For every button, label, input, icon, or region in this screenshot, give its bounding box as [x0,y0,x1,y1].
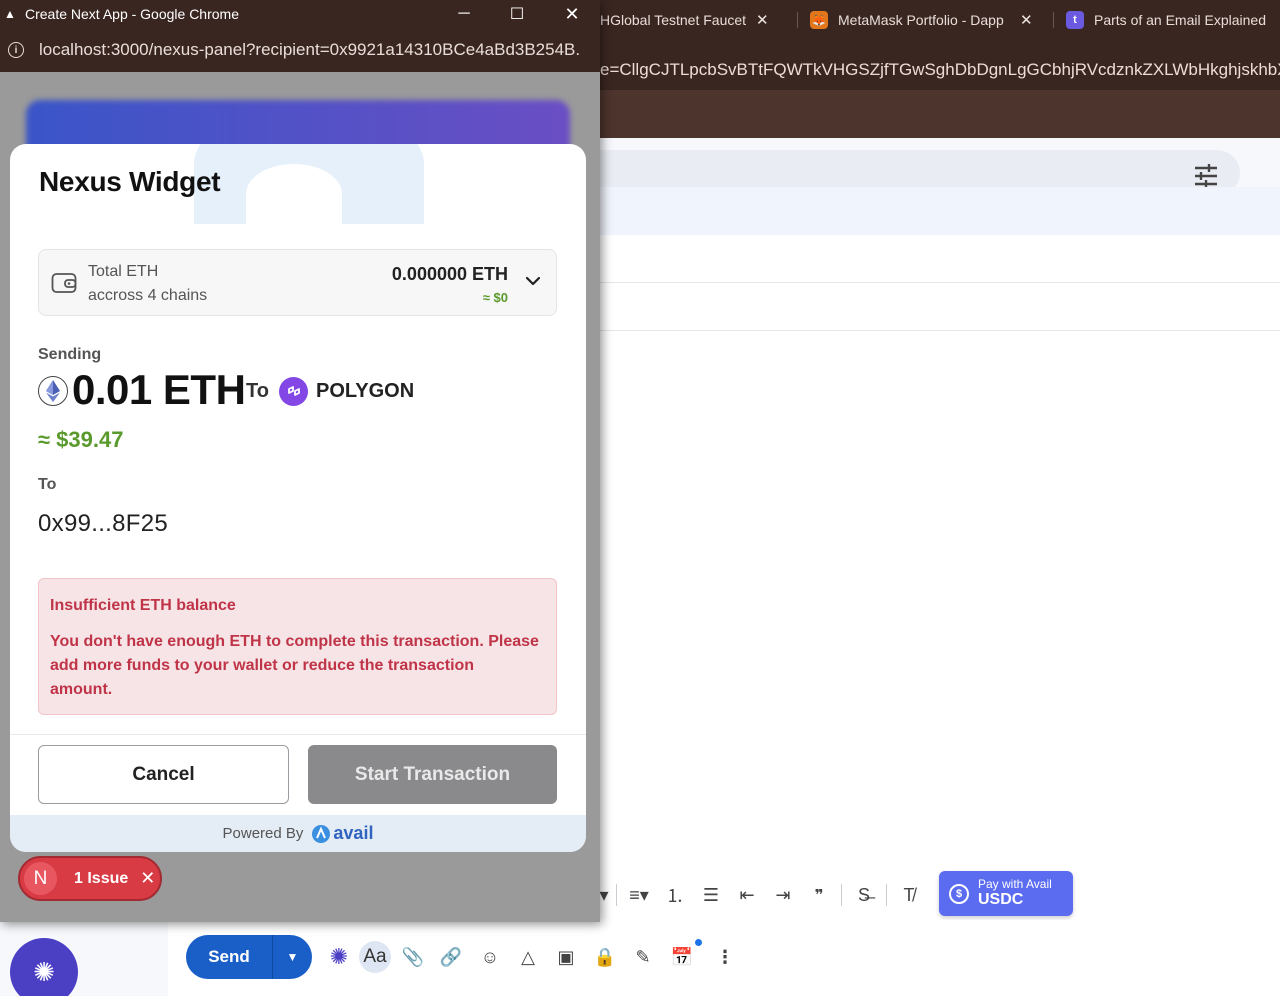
balance-amount: 0.000000 ETH [391,264,508,284]
indent-more-icon[interactable]: ⇥ [765,877,801,913]
tab-label: MetaMask Portfolio - Dapp [838,12,1004,28]
remove-formatting-icon[interactable]: T̸ [891,877,927,913]
close-icon[interactable]: ✕ [140,868,155,889]
nextjs-issue-badge[interactable]: N 1 Issue ✕ [18,856,162,901]
bookmarks-bar [600,90,1280,138]
notification-dot [695,939,702,946]
nexus-widget-modal: Nexus Widget Total ETH accross 4 chains … [10,144,586,852]
cancel-button[interactable]: Cancel [38,745,289,804]
drive-icon[interactable]: △ [512,941,544,973]
wallet-icon [51,273,77,293]
main-url-text[interactable]: e=CllgCJTLpcbSvBTtFQWTkVHGSZjfTGwSghDbDg… [600,60,1280,80]
avail-brand: avail [333,823,374,843]
close-window-icon[interactable]: ✕ [549,0,595,28]
text-format-icon[interactable]: Aa [359,941,391,973]
recipient-address: 0x99...8F25 [38,510,169,537]
toolbar-divider [841,884,842,906]
balance-usd: ≈ $0 [482,290,508,305]
site-info-icon[interactable]: i [8,42,24,58]
avail-logo-icon [312,824,331,843]
more-options-icon[interactable]: ⋮ [709,941,741,973]
strikethrough-icon[interactable]: S̶ [846,877,882,913]
vercel-triangle-icon: ▲ [4,7,16,21]
polygon-icon [279,377,308,406]
signature-pen-icon[interactable]: ✎ [627,941,659,973]
gemini-spark-icon[interactable]: ✺ [323,941,355,973]
align-icon[interactable]: ≡▾ [621,877,657,913]
toolbar-divider [616,884,617,906]
chevron-down-icon[interactable] [524,272,542,290]
attach-icon[interactable]: 📎 [397,941,429,973]
tab-separator [1053,12,1054,28]
link-icon[interactable]: 🔗 [435,941,467,973]
popup-url-text[interactable]: localhost:3000/nexus-panel?recipient=0x9… [39,40,579,60]
sending-label: Sending [38,346,102,363]
header-decoration-inner [246,164,342,224]
bulleted-list-icon[interactable]: ☰ [693,877,729,913]
tab-label: HGlobal Testnet Faucet [600,12,747,28]
footer-divider [10,734,586,735]
toolbar-divider [886,884,887,906]
formatting-toolbar: ▾ ≡▾ ⒈ ☰ ⇤ ⇥ ❞ S̶ T̸ [596,875,927,915]
pay-with-avail-button[interactable]: $ Pay with Avail USDC [939,871,1073,916]
pay-with-avail-label: Pay with Avail [978,877,1052,891]
emoji-icon[interactable]: ☺ [474,941,506,973]
powered-by-footer: Powered By avail [10,815,586,852]
t-logo-icon: t [1066,11,1084,29]
send-amount: 0.01 ETH [72,366,246,413]
compose-subject-row[interactable] [600,330,1280,331]
send-label: Send [208,947,250,966]
quote-icon[interactable]: ❞ [801,877,837,913]
close-icon[interactable]: ✕ [756,11,769,29]
ethereum-icon [38,376,68,406]
tab-metamask[interactable]: 🦊 MetaMask Portfolio - Dapp ✕ [810,6,1040,34]
indent-less-icon[interactable]: ⇤ [729,877,765,913]
nextjs-logo-icon: N [24,862,57,895]
start-transaction-button[interactable]: Start Transaction [308,745,557,804]
send-options-icon[interactable]: ▼ [273,950,312,964]
recipient-label: To [38,476,57,493]
popup-window-title: Create Next App - Google Chrome [25,6,239,22]
tab-separator [797,12,798,28]
popup-window: ▲ Create Next App - Google Chrome ─ ☐ ✕ … [0,0,600,922]
issue-count[interactable]: 1 Issue [74,870,128,888]
minimize-icon[interactable]: ─ [441,0,487,28]
balance-label: Total ETH [88,263,159,280]
error-title: Insufficient ETH balance [50,597,236,614]
modal-title: Nexus Widget [39,166,221,197]
powered-by-text: Powered By [222,825,304,842]
to-word: To [246,380,269,402]
numbered-list-icon[interactable]: ⒈ [657,877,693,913]
photo-icon[interactable]: ▣ [550,941,582,973]
total-balance-dropdown[interactable]: Total ETH accross 4 chains 0.000000 ETH … [38,249,557,316]
compose-recipients-row[interactable] [600,282,1280,283]
destination-chain: POLYGON [316,380,415,402]
metamask-fox-icon: 🦊 [810,11,828,29]
tab-label: Parts of an Email Explained [1094,12,1266,28]
tab-email-explained[interactable]: t Parts of an Email Explained [1066,6,1280,34]
close-icon[interactable]: ✕ [1020,11,1033,29]
confidential-lock-icon[interactable]: 🔒 [589,941,621,973]
dollar-coin-icon: $ [949,883,969,904]
popup-address-bar: i localhost:3000/nexus-panel?recipient=0… [0,28,600,72]
tab-faucet[interactable]: HGlobal Testnet Faucet ✕ [600,6,785,34]
error-alert: Insufficient ETH balance You don't have … [38,578,557,715]
send-button[interactable]: Send ▼ [186,935,312,979]
error-message: You don't have enough ETH to complete th… [50,633,539,698]
schedule-calendar-icon[interactable]: 📅 [666,941,698,973]
balance-chains-text: accross 4 chains [88,287,208,304]
compose-header [600,187,1280,235]
maximize-icon[interactable]: ☐ [494,0,540,28]
send-usd-value: ≈ $39.47 [38,427,124,452]
search-options-icon[interactable] [1193,163,1219,189]
pay-currency-label: USDC [978,891,1024,908]
